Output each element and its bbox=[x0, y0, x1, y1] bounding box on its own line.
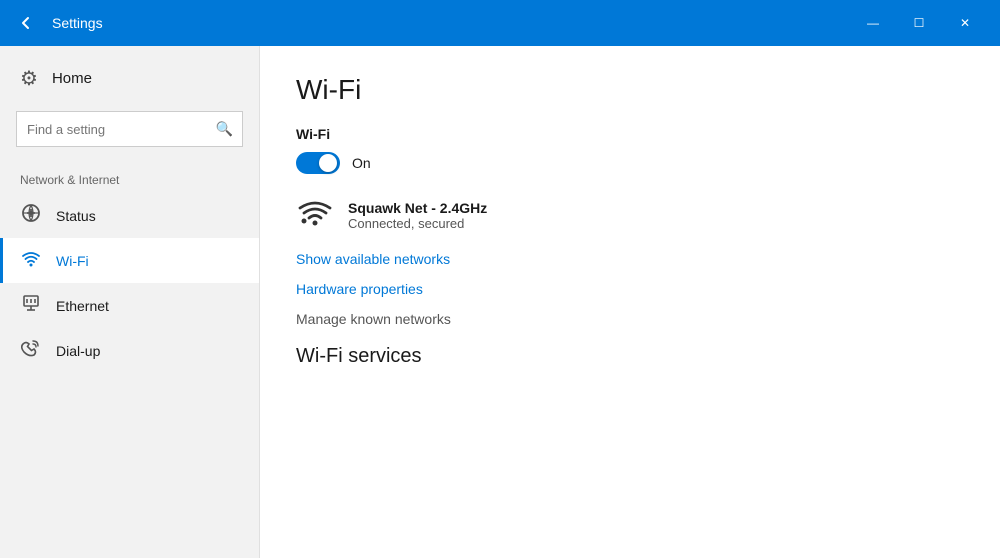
search-icon: 🔍 bbox=[216, 121, 233, 138]
wifi-network-icon bbox=[296, 194, 334, 237]
search-input[interactable] bbox=[16, 111, 243, 147]
sidebar-item-ethernet[interactable]: Ethernet bbox=[0, 283, 259, 328]
sidebar: ⚙ Home 🔍 Network & Internet bbox=[0, 46, 260, 558]
network-row: Squawk Net - 2.4GHz Connected, secured bbox=[296, 194, 964, 237]
status-icon bbox=[20, 203, 42, 228]
hardware-properties-link[interactable]: Hardware properties bbox=[296, 281, 964, 297]
dialup-icon bbox=[20, 338, 42, 363]
maximize-button[interactable]: ☐ bbox=[896, 0, 942, 46]
network-status: Connected, secured bbox=[348, 216, 487, 231]
wifi-services-title: Wi-Fi services bbox=[296, 345, 964, 368]
network-name: Squawk Net - 2.4GHz bbox=[348, 200, 487, 216]
window-title: Settings bbox=[52, 15, 103, 31]
window-controls: — ☐ ✕ bbox=[850, 0, 988, 46]
home-label: Home bbox=[52, 70, 92, 87]
manage-known-networks-link[interactable]: Manage known networks bbox=[296, 311, 964, 327]
sidebar-item-status[interactable]: Status bbox=[0, 193, 259, 238]
back-button[interactable] bbox=[12, 9, 40, 37]
section-label: Network & Internet bbox=[0, 163, 259, 193]
home-icon: ⚙ bbox=[20, 66, 38, 91]
content-area: Wi-Fi Wi-Fi On Squawk Net bbox=[260, 46, 1000, 558]
sidebar-item-status-label: Status bbox=[56, 208, 96, 224]
close-button[interactable]: ✕ bbox=[942, 0, 988, 46]
toggle-label: On bbox=[352, 155, 371, 171]
title-bar-left: Settings bbox=[12, 9, 103, 37]
wifi-toggle-row: On bbox=[296, 152, 964, 174]
main-layout: ⚙ Home 🔍 Network & Internet bbox=[0, 46, 1000, 558]
show-available-networks-link[interactable]: Show available networks bbox=[296, 251, 964, 267]
sidebar-item-wifi-label: Wi-Fi bbox=[56, 253, 89, 269]
sidebar-item-ethernet-label: Ethernet bbox=[56, 298, 109, 314]
page-title: Wi-Fi bbox=[296, 74, 964, 106]
sidebar-item-wifi[interactable]: Wi-Fi bbox=[0, 238, 259, 283]
minimize-button[interactable]: — bbox=[850, 0, 896, 46]
title-bar: Settings — ☐ ✕ bbox=[0, 0, 1000, 46]
wifi-section-label: Wi-Fi bbox=[296, 126, 964, 142]
wifi-toggle[interactable] bbox=[296, 152, 340, 174]
sidebar-item-dialup[interactable]: Dial-up bbox=[0, 328, 259, 373]
wifi-sidebar-icon bbox=[20, 248, 42, 273]
network-info: Squawk Net - 2.4GHz Connected, secured bbox=[348, 200, 487, 231]
toggle-knob bbox=[319, 154, 337, 172]
sidebar-item-dialup-label: Dial-up bbox=[56, 343, 100, 359]
sidebar-home[interactable]: ⚙ Home bbox=[0, 46, 259, 107]
ethernet-icon bbox=[20, 293, 42, 318]
sidebar-search-container: 🔍 bbox=[16, 111, 243, 147]
